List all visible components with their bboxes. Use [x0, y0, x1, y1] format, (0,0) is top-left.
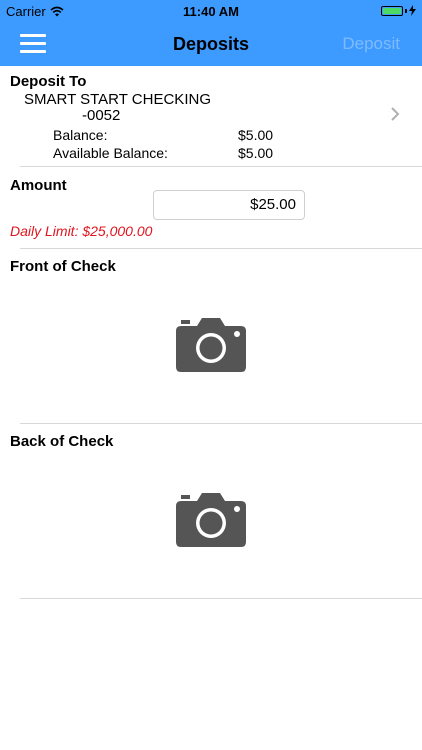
divider: [20, 166, 422, 167]
account-name: SMART START CHECKING: [24, 91, 211, 108]
balance-value: $5.00: [238, 127, 274, 143]
daily-limit-text: Daily Limit: $25,000.00: [10, 223, 153, 239]
charging-icon: [409, 5, 416, 16]
available-balance-value: $5.00: [238, 145, 274, 161]
account-number: -0052: [82, 107, 121, 124]
camera-icon[interactable]: [175, 316, 247, 372]
balance-label: Balance:: [53, 127, 108, 143]
front-check-label: Front of Check: [10, 258, 116, 275]
back-check-label: Back of Check: [10, 433, 114, 450]
nav-bar: Deposits Deposit: [0, 22, 422, 66]
battery-icon: [381, 5, 416, 16]
available-balance-label: Available Balance:: [53, 145, 168, 161]
divider: [20, 598, 422, 599]
divider: [20, 248, 422, 249]
status-time: 11:40 AM: [183, 4, 239, 19]
camera-icon[interactable]: [175, 491, 247, 547]
status-bar: Carrier 11:40 AM: [0, 0, 422, 22]
chevron-right-icon[interactable]: [390, 106, 400, 122]
deposit-button[interactable]: Deposit: [342, 34, 400, 54]
amount-input[interactable]: $25.00: [153, 190, 305, 220]
amount-label: Amount: [10, 177, 67, 194]
deposit-to-label: Deposit To: [10, 73, 87, 90]
divider: [20, 423, 422, 424]
